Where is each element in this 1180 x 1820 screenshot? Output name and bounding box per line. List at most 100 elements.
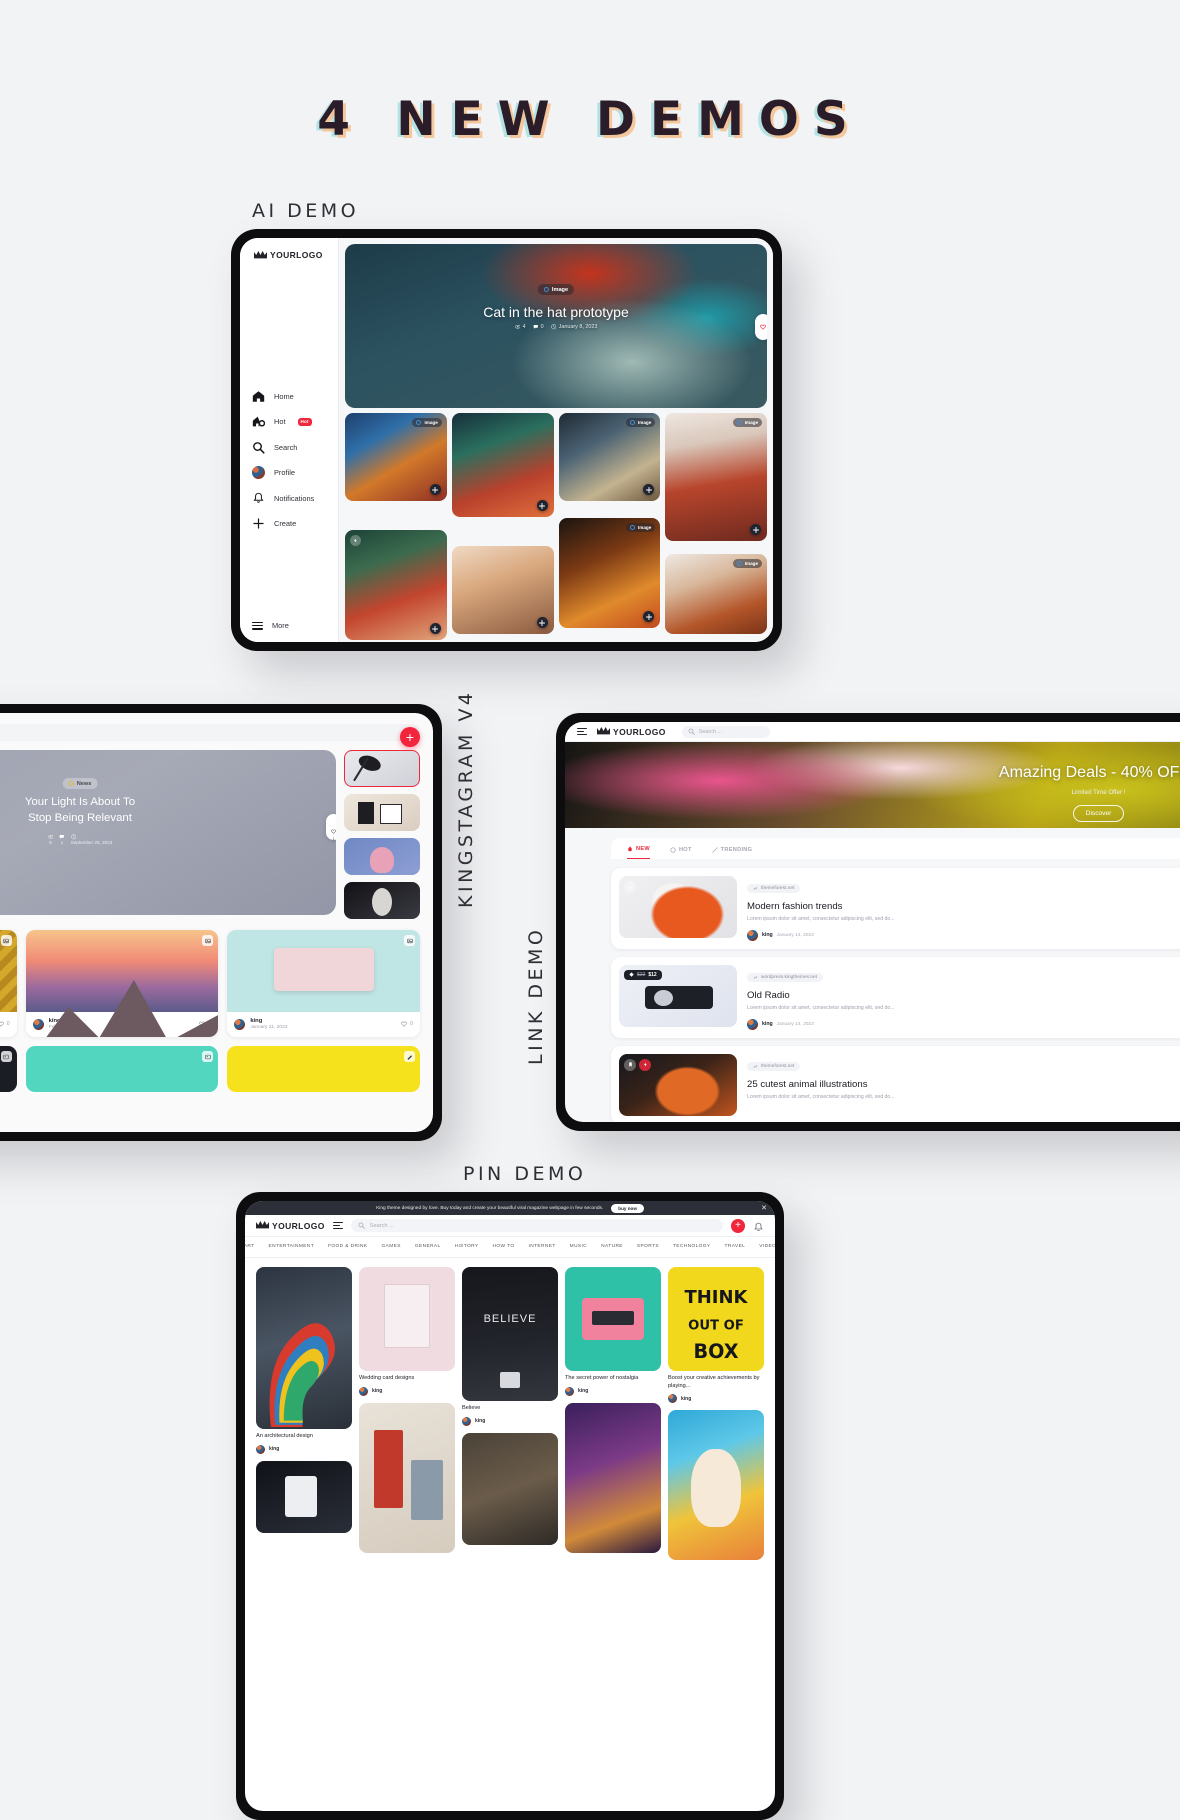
discover-button[interactable]: Discover bbox=[1072, 805, 1125, 822]
hamburger-icon[interactable] bbox=[332, 1222, 343, 1229]
sidebar-item-home[interactable]: Home bbox=[252, 390, 332, 403]
list-item[interactable] bbox=[227, 1046, 420, 1092]
grid-action-button[interactable] bbox=[643, 611, 655, 622]
ai-logo[interactable]: YOURLOGO bbox=[240, 238, 338, 260]
list-item[interactable]: king January 21, 2023 0 bbox=[227, 930, 420, 1037]
link-logo[interactable]: YOURLOGO bbox=[597, 727, 666, 737]
row-description: Lorem ipsum dolor sit amet, consectetur … bbox=[747, 916, 895, 922]
like-count: 0 bbox=[6, 1021, 10, 1027]
grid-card[interactable] bbox=[451, 546, 554, 634]
pin-search-input[interactable]: Search ... bbox=[350, 1219, 723, 1232]
category-technology[interactable]: TECHNOLOGY bbox=[673, 1244, 711, 1249]
buy-now-button[interactable]: buy now bbox=[611, 1203, 644, 1213]
pin-image bbox=[359, 1267, 455, 1371]
category-travel[interactable]: TRAVEL bbox=[725, 1244, 746, 1249]
grid-card[interactable]: Image bbox=[558, 518, 661, 628]
list-item[interactable]: An architectural design king bbox=[256, 1267, 352, 1454]
row-source-label: themeforest.net bbox=[761, 1063, 795, 1069]
category-internet[interactable]: INTERNET bbox=[528, 1244, 555, 1249]
tab-label-trending: TRENDING bbox=[720, 846, 753, 853]
sidebar-item-create[interactable]: Create bbox=[252, 517, 332, 530]
category-how-to[interactable]: HOW TO bbox=[493, 1244, 515, 1249]
grid-action-button[interactable] bbox=[643, 484, 655, 495]
list-item[interactable] bbox=[0, 1046, 17, 1092]
category-food-drink[interactable]: FOOD & DRINK bbox=[328, 1244, 367, 1249]
rail-thumb-selected[interactable] bbox=[344, 750, 420, 787]
pin-add-button[interactable]: + bbox=[731, 1218, 745, 1233]
avatar bbox=[256, 1444, 265, 1454]
category-sports[interactable]: SPORTS bbox=[637, 1244, 659, 1249]
ai-hero-card[interactable]: Image Cat in the hat prototype 4 0 Janua… bbox=[345, 244, 767, 408]
kingstagram-add-button[interactable]: + bbox=[400, 727, 420, 747]
grid-action-button[interactable] bbox=[536, 500, 548, 511]
kingstagram-hero-actions[interactable] bbox=[326, 814, 336, 842]
tab-trending[interactable]: TRENDING bbox=[712, 846, 753, 859]
list-item[interactable]: BELIEVE Believe king bbox=[462, 1267, 558, 1426]
category-history[interactable]: HISTORY bbox=[455, 1244, 479, 1249]
grid-action-button[interactable] bbox=[429, 623, 441, 634]
link-search-input[interactable]: Search ... bbox=[681, 725, 770, 738]
list-item[interactable] bbox=[668, 1410, 764, 1561]
list-item[interactable]: themeforest.net 25 cutest animal illustr… bbox=[611, 1045, 1180, 1122]
grid-card[interactable] bbox=[345, 530, 447, 640]
sidebar-item-profile[interactable]: Profile bbox=[252, 466, 332, 480]
sidebar-label-more: More bbox=[272, 621, 289, 630]
rail-thumb[interactable] bbox=[344, 882, 420, 919]
grid-action-button[interactable] bbox=[429, 484, 441, 495]
grid-card[interactable]: Image bbox=[345, 413, 447, 501]
hamburger-icon[interactable] bbox=[577, 728, 587, 735]
pin-author-name: king bbox=[578, 1388, 589, 1395]
grid-card[interactable] bbox=[451, 413, 554, 517]
category-entertainment[interactable]: ENTERTAINMENT bbox=[269, 1244, 315, 1249]
sidebar-item-more[interactable]: More bbox=[252, 621, 289, 630]
kingstagram-demo-tablet: Search ... + News Your Light Is About T bbox=[0, 704, 442, 1141]
sidebar-label-search: Search bbox=[274, 442, 298, 452]
list-item[interactable] bbox=[462, 1432, 558, 1545]
rail-thumb[interactable] bbox=[344, 794, 420, 831]
category-music[interactable]: MUSIC bbox=[570, 1244, 587, 1249]
list-item[interactable]: themeforest.net Modern fashion trends Lo… bbox=[611, 868, 1180, 949]
rail-thumb[interactable] bbox=[344, 838, 420, 875]
row-date: January 14, 2023 bbox=[776, 1021, 814, 1027]
list-item[interactable] bbox=[565, 1402, 661, 1553]
category-art[interactable]: ART bbox=[245, 1244, 255, 1249]
category-video[interactable]: VIDEO bbox=[759, 1244, 775, 1249]
list-item[interactable] bbox=[256, 1460, 352, 1533]
list-item[interactable]: THINK OUT OF BOX Boost your creative ach… bbox=[668, 1267, 764, 1404]
tab-hot[interactable]: HOT bbox=[670, 846, 692, 859]
list-item[interactable]: $22 $12 wordpress.kingthemes.net Old Rad… bbox=[611, 956, 1180, 1038]
like-button[interactable]: 0 bbox=[401, 1021, 413, 1027]
tab-new[interactable]: NEW bbox=[627, 846, 650, 859]
list-item[interactable]: Wedding card designs king bbox=[359, 1267, 455, 1396]
ai-hero-like-button[interactable] bbox=[755, 314, 767, 340]
list-item[interactable]: king February 4, 2023 0 bbox=[0, 930, 17, 1037]
grid-card[interactable]: Image bbox=[665, 413, 767, 541]
row-price: $22 $12 bbox=[624, 969, 662, 980]
list-item[interactable] bbox=[359, 1402, 455, 1553]
grid-action-button[interactable] bbox=[536, 617, 548, 628]
sidebar-item-notifications[interactable]: Notifications bbox=[252, 492, 332, 505]
bell-icon[interactable] bbox=[753, 1220, 764, 1232]
kingstagram-search-input[interactable]: Search ... bbox=[0, 724, 420, 741]
pin-logo[interactable]: YOURLOGO bbox=[256, 1221, 325, 1231]
list-item[interactable]: king February 4, 2023 0 bbox=[25, 930, 219, 1037]
avatar bbox=[747, 929, 758, 941]
row-author: king bbox=[762, 932, 773, 939]
kingstagram-hero-card[interactable]: News Your Light Is About To Stop Being R… bbox=[0, 750, 336, 915]
sidebar-item-search[interactable]: Search bbox=[252, 441, 332, 454]
grid-action-button[interactable] bbox=[750, 524, 761, 535]
category-nature[interactable]: NATURE bbox=[601, 1244, 623, 1249]
kingstagram-screen: Search ... + News Your Light Is About T bbox=[0, 713, 433, 1132]
like-button[interactable]: 0 bbox=[0, 1021, 10, 1027]
list-item[interactable] bbox=[25, 1046, 219, 1092]
grid-card[interactable]: Image bbox=[665, 554, 767, 634]
pin-author-name: king bbox=[372, 1388, 383, 1395]
plus-icon bbox=[252, 517, 265, 530]
grid-card[interactable]: Image bbox=[558, 413, 661, 501]
sidebar-item-hot[interactable]: Hot Hot bbox=[252, 415, 332, 428]
category-general[interactable]: GENERAL bbox=[415, 1244, 441, 1249]
pin-author: king bbox=[359, 1386, 455, 1396]
list-item[interactable]: The secret power of nostalgia king bbox=[565, 1267, 661, 1396]
category-games[interactable]: GAMES bbox=[382, 1244, 401, 1249]
close-icon[interactable]: ✕ bbox=[761, 1205, 767, 1212]
